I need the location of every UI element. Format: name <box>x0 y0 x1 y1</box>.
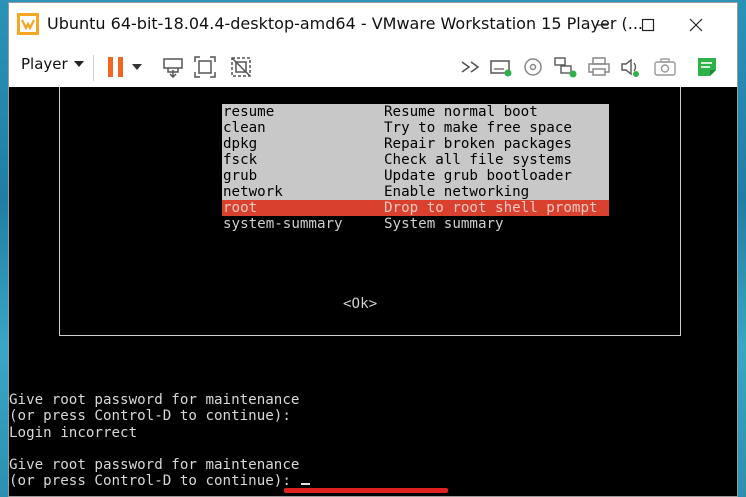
player-menu-button[interactable]: Player <box>21 55 84 73</box>
menu-item-fsck[interactable]: fsck Check all file systems <box>222 152 609 168</box>
menu-item-desc: Drop to root shell prompt <box>384 200 598 216</box>
sound-icon <box>621 58 639 77</box>
player-menu-label: Player <box>21 55 68 73</box>
console-output: Give root password for maintenance (or pr… <box>9 392 311 490</box>
pause-button[interactable] <box>104 55 128 79</box>
menu-item-key: dpkg <box>223 136 258 152</box>
close-button[interactable] <box>673 3 719 47</box>
send-ctrl-alt-del-icon <box>163 58 183 78</box>
recovery-menu-list: resume Resume normal boot clean Try to mak… <box>222 104 609 232</box>
vmware-logo-icon <box>17 13 39 35</box>
dropdown-arrow-icon <box>132 64 142 70</box>
menu-item-root[interactable]: root Drop to root shell prompt <box>222 200 609 216</box>
camera-button[interactable] <box>653 55 677 79</box>
menu-item-key: network <box>223 184 283 200</box>
console-line: (or press Control-D to continue): <box>9 408 291 425</box>
console-line: Give root password for maintenance <box>9 392 300 408</box>
cd-dvd-icon <box>524 58 542 76</box>
hard-disk-button[interactable] <box>489 55 513 79</box>
unity-button[interactable] <box>229 55 253 79</box>
maximize-icon <box>641 18 655 32</box>
toolbar-separator <box>93 55 94 81</box>
notes-button[interactable] <box>695 55 719 79</box>
unity-icon <box>231 57 251 77</box>
maximize-button[interactable] <box>625 3 671 47</box>
menu-item-key: grub <box>223 168 258 184</box>
menu-item-desc: Try to make free space <box>384 120 572 136</box>
menu-item-network[interactable]: network Enable networking <box>222 184 609 200</box>
title-bar[interactable]: Ubuntu 64-bit-18.04.4-desktop-amd64 - VM… <box>9 3 737 47</box>
console-prompt-line[interactable]: (or press Control-D to continue): <box>9 473 311 490</box>
printer-icon <box>588 57 610 76</box>
menu-item-clean[interactable]: clean Try to make free space <box>222 120 609 136</box>
send-ctrl-alt-del-button[interactable] <box>161 55 185 79</box>
cd-dvd-button[interactable] <box>521 55 545 79</box>
ok-button[interactable]: <Ok> <box>343 296 377 312</box>
vm-console-screen[interactable]: resume Resume normal boot clean Try to mak… <box>9 87 737 496</box>
network-button[interactable] <box>553 55 577 79</box>
hard-disk-icon <box>490 60 512 77</box>
close-icon <box>689 18 703 32</box>
printer-button[interactable] <box>587 55 611 79</box>
camera-icon <box>654 58 676 76</box>
menu-item-desc: Check all file systems <box>384 152 572 168</box>
minimize-icon <box>596 24 608 26</box>
fast-forward-icon <box>461 61 480 73</box>
menu-item-desc: System summary <box>384 216 504 232</box>
minimize-button[interactable] <box>579 3 625 47</box>
toolbar: Player <box>9 47 737 87</box>
sound-button[interactable] <box>619 55 643 79</box>
menu-item-desc: Resume normal boot <box>384 104 538 120</box>
menu-item-grub[interactable]: grub Update grub bootloader <box>222 168 609 184</box>
text-cursor <box>301 483 311 486</box>
menu-item-key: clean <box>223 120 266 136</box>
pause-dropdown-button[interactable] <box>130 55 144 79</box>
menu-item-key: root <box>223 200 258 216</box>
menu-item-key: system-summary <box>223 216 343 232</box>
fit-guest-button[interactable] <box>193 55 217 79</box>
menu-item-desc: Repair broken packages <box>384 136 572 152</box>
menu-item-desc: Update grub bootloader <box>384 168 572 184</box>
menu-item-system-summary[interactable]: system-summary System summary <box>222 216 609 232</box>
network-icon <box>554 57 577 78</box>
window-title: Ubuntu 64-bit-18.04.4-desktop-amd64 - VM… <box>47 14 643 33</box>
pause-icon <box>108 57 123 77</box>
recovery-menu-dialog: resume Resume normal boot clean Try to mak… <box>59 87 681 336</box>
console-line: Login incorrect <box>9 424 138 441</box>
fit-guest-icon <box>194 56 216 78</box>
vmware-player-window: Ubuntu 64-bit-18.04.4-desktop-amd64 - VM… <box>8 2 738 497</box>
notes-icon <box>698 58 716 76</box>
menu-item-dpkg[interactable]: dpkg Repair broken packages <box>222 136 609 152</box>
bottom-red-indicator <box>284 488 448 493</box>
menu-item-resume[interactable]: resume Resume normal boot <box>222 104 609 120</box>
dropdown-arrow-icon <box>73 61 84 67</box>
menu-item-key: fsck <box>223 152 258 168</box>
menu-item-desc: Enable networking <box>384 184 530 200</box>
console-line: Give root password for maintenance <box>9 457 300 474</box>
menu-item-key: resume <box>223 104 275 120</box>
fast-forward-button[interactable] <box>459 55 483 79</box>
console-prompt: (or press Control-D to continue): <box>9 473 300 490</box>
